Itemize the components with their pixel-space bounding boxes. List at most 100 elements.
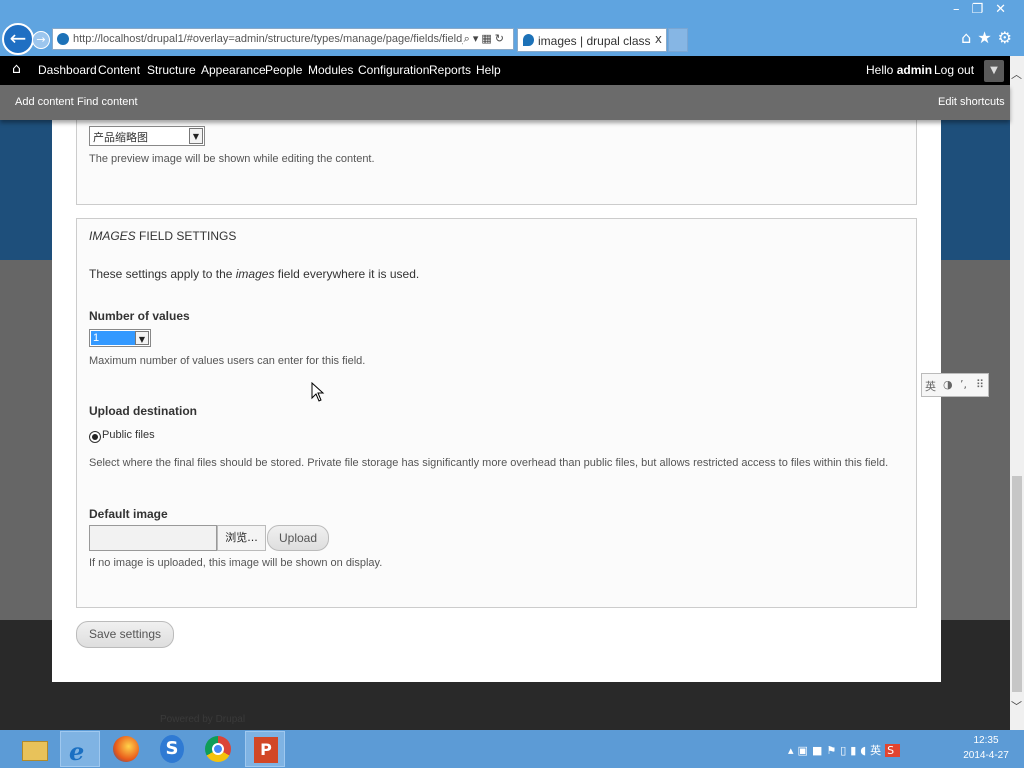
sogou-icon[interactable]: S [885, 744, 901, 757]
arrow-right-icon: → [36, 33, 46, 46]
upload-button[interactable]: Upload [267, 525, 329, 551]
chevron-down-icon: ▼ [990, 65, 998, 76]
browser-tools[interactable]: ⌂★⚙ [961, 28, 1018, 47]
shortcut-find-content[interactable]: Find content [77, 96, 138, 108]
menu-reports[interactable]: Reports [429, 63, 471, 77]
username[interactable]: admin [897, 63, 932, 77]
clock-date: 2014-4-27 [963, 750, 1009, 761]
refresh-icon[interactable]: ↻ [495, 32, 507, 45]
ime-toolbar[interactable]: 英 ◑ ’, ⠿ [921, 373, 989, 397]
address-text[interactable]: http://localhost/drupal1/#overlay=admin/… [73, 33, 463, 45]
ime-punctuation-icon[interactable]: ’, [960, 378, 967, 391]
chrome-icon[interactable] [198, 731, 238, 767]
toolbar-toggle-button[interactable]: ▼ [984, 60, 1004, 82]
back-button[interactable]: ← [2, 23, 34, 55]
menu-dashboard[interactable]: Dashboard [38, 63, 97, 77]
app-s-icon[interactable]: S [152, 731, 192, 767]
overlay-panel: 产品缩略图 ▼ The preview image will be shown … [52, 110, 941, 682]
powerpoint-icon[interactable]: P [245, 731, 285, 767]
menu-content[interactable]: Content [98, 63, 140, 77]
restore-icon[interactable]: ❐ [971, 2, 995, 17]
edit-shortcuts-link[interactable]: Edit shortcuts [938, 96, 1005, 108]
upload-destination-description: Select where the final files should be s… [89, 457, 889, 469]
shortcut-add-content[interactable]: Add content [15, 96, 74, 108]
browse-button[interactable]: 浏览... [217, 525, 266, 551]
field-settings-intro: These settings apply to the images field… [89, 267, 419, 281]
menu-help[interactable]: Help [476, 63, 501, 77]
mouse-cursor-icon [311, 382, 325, 402]
system-tray[interactable]: ▴▣■⚑▯▮◖英 S [788, 742, 901, 758]
number-of-values-value: 1 [91, 331, 135, 345]
browser-tab[interactable]: images | drupal class x [517, 28, 667, 52]
volume-icon[interactable]: ◖ [860, 744, 870, 757]
preview-select-value: 产品缩略图 [93, 132, 148, 144]
compat-view-icon[interactable]: ▦ [481, 32, 494, 45]
scroll-down-icon[interactable]: ﹀ [1011, 698, 1022, 714]
flag-icon[interactable]: ⚑ [826, 744, 840, 757]
home-icon[interactable]: ⌂ [12, 61, 21, 77]
drupal-favicon-icon [523, 34, 534, 46]
favorites-star-icon[interactable]: ★ [977, 28, 997, 47]
tray-green-icon[interactable]: ■ [812, 744, 826, 757]
window-controls[interactable]: –❐✕ [953, 2, 1018, 17]
logout-link[interactable]: Log out [934, 63, 974, 77]
input-language[interactable]: 英 [870, 744, 885, 757]
menu-appearance[interactable]: Appearance [201, 63, 266, 77]
file-input[interactable] [89, 525, 217, 551]
preview-description: The preview image will be shown while ed… [89, 153, 375, 165]
number-of-values-description: Maximum number of values users can enter… [89, 355, 366, 367]
tab-title: images | drupal class [538, 34, 651, 48]
hello-user: Hello admin [866, 63, 932, 77]
network-icon[interactable]: ▮ [850, 744, 860, 757]
field-settings-legend: IMAGES FIELD SETTINGS [89, 229, 236, 243]
number-of-values-select[interactable]: 1 ▼ [89, 329, 151, 347]
legend-text: FIELD SETTINGS [139, 229, 237, 243]
public-files-radio[interactable] [89, 431, 101, 443]
ime-grip-icon[interactable]: ⠿ [976, 378, 984, 391]
arrow-left-icon: ← [9, 26, 27, 50]
clock-time: 12:35 [973, 735, 999, 746]
scrollbar-thumb[interactable] [1012, 476, 1022, 692]
menu-modules[interactable]: Modules [308, 63, 353, 77]
default-image-description: If no image is uploaded, this image will… [89, 557, 383, 569]
menu-structure[interactable]: Structure [147, 63, 196, 77]
internet-explorer-icon[interactable]: e [60, 731, 100, 767]
close-icon[interactable]: ✕ [995, 2, 1018, 17]
firefox-icon[interactable] [106, 731, 146, 767]
home-icon[interactable]: ⌂ [961, 28, 977, 47]
tray-app-icon[interactable]: ▣ [798, 744, 812, 757]
powered-by-drupal[interactable]: Powered by Drupal [160, 714, 245, 725]
public-files-label[interactable]: Public files [102, 429, 155, 441]
preview-image-style-select[interactable]: 产品缩略图 ▼ [89, 126, 205, 146]
intro-field: images [235, 267, 275, 281]
file-explorer-icon[interactable] [14, 731, 54, 767]
site-favicon-icon [57, 33, 69, 45]
chevron-up-icon[interactable]: ▴ [788, 744, 798, 757]
intro-after: field everywhere it is used. [277, 267, 420, 281]
new-tab-button[interactable] [668, 28, 688, 52]
chevron-down-icon[interactable]: ▼ [189, 128, 203, 144]
number-of-values-label: Number of values [89, 309, 190, 323]
save-settings-button[interactable]: Save settings [76, 621, 174, 648]
default-image-label: Default image [89, 507, 168, 521]
field-settings-fieldset: IMAGES FIELD SETTINGS These settings app… [76, 218, 917, 608]
tray-device-icon[interactable]: ▯ [840, 744, 850, 757]
address-bar[interactable]: http://localhost/drupal1/#overlay=admin/… [52, 28, 514, 50]
upload-destination-label: Upload destination [89, 404, 197, 418]
shortcuts-bar: Add content Find content Edit shortcuts [0, 85, 1010, 120]
chevron-down-icon[interactable]: ▼ [135, 331, 149, 345]
ime-language[interactable]: 英 [925, 378, 936, 394]
address-actions[interactable]: ⌕▾▦↻ [464, 32, 507, 46]
radio-dot-icon [92, 434, 98, 440]
taskbar-clock[interactable]: 12:35 2014-4-27 [956, 733, 1016, 763]
menu-people[interactable]: People [265, 63, 302, 77]
forward-button[interactable]: → [32, 31, 50, 49]
menu-configuration[interactable]: Configuration [358, 63, 429, 77]
ime-moon-icon[interactable]: ◑ [943, 378, 953, 391]
gear-icon[interactable]: ⚙ [998, 28, 1018, 47]
minimize-icon[interactable]: – [953, 2, 972, 17]
search-icon[interactable]: ⌕ [464, 32, 473, 45]
widget-settings-fieldset: 产品缩略图 ▼ The preview image will be shown … [76, 110, 917, 205]
tab-close-icon[interactable]: x [655, 32, 662, 46]
scroll-up-icon[interactable]: ︿ [1011, 66, 1022, 82]
